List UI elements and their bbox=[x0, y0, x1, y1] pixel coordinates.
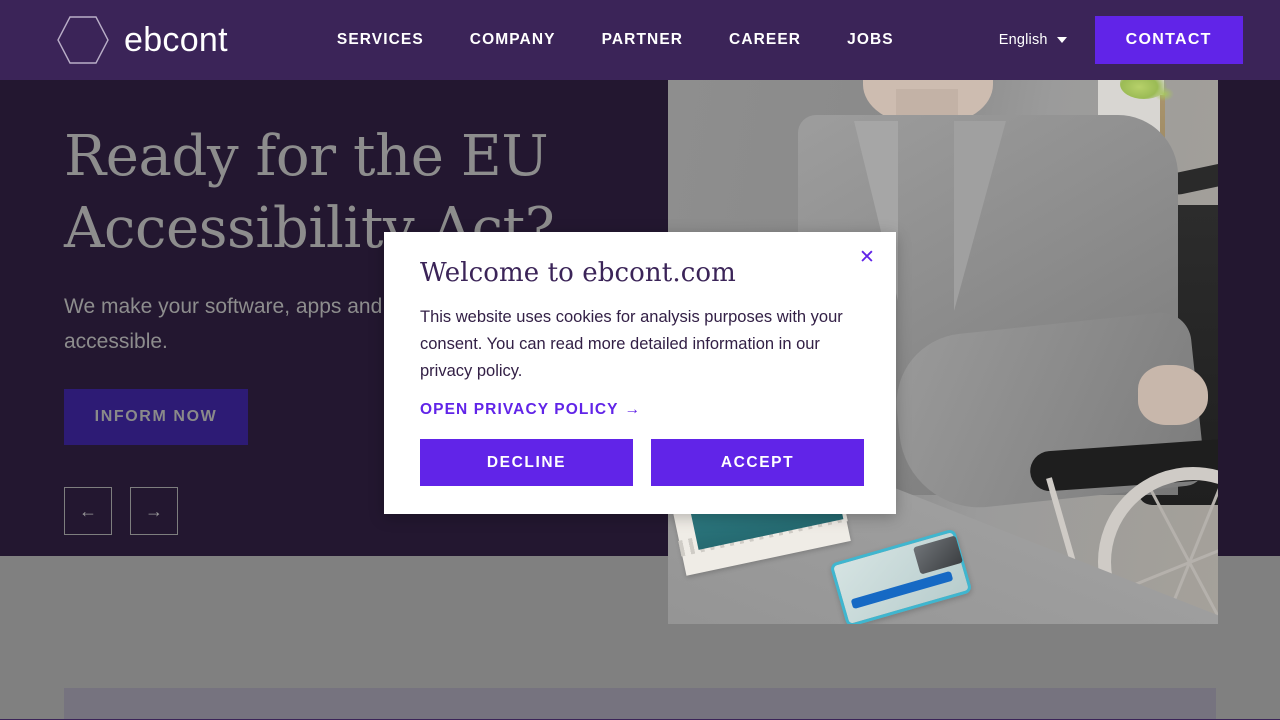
cookie-consent-dialog: ✕ Welcome to ebcont.com This website use… bbox=[384, 232, 896, 514]
chevron-down-icon bbox=[1056, 37, 1067, 43]
hero-title-line1: Ready for the EU bbox=[64, 124, 549, 189]
accept-button[interactable]: ACCEPT bbox=[651, 439, 864, 486]
nav-item-career[interactable]: CAREER bbox=[706, 31, 824, 49]
open-privacy-policy-link[interactable]: OPEN PRIVACY POLICY → bbox=[402, 401, 641, 419]
main-nav: SERVICES COMPANY PARTNER CAREER JOBS bbox=[314, 31, 917, 49]
arrow-right-icon: → bbox=[624, 401, 642, 418]
nav-item-partner[interactable]: PARTNER bbox=[579, 31, 706, 49]
decline-button[interactable]: DECLINE bbox=[420, 439, 633, 486]
cookie-dialog-actions: DECLINE ACCEPT bbox=[402, 439, 864, 486]
cookie-dialog-body: This website uses cookies for analysis p… bbox=[420, 308, 843, 380]
site-header: ebcont SERVICES COMPANY PARTNER CAREER J… bbox=[0, 0, 1280, 80]
privacy-policy-label: OPEN PRIVACY POLICY bbox=[420, 401, 619, 418]
language-selector[interactable]: English bbox=[999, 32, 1067, 48]
logo-wordmark: ebcont bbox=[124, 21, 228, 59]
nav-item-company[interactable]: COMPANY bbox=[447, 31, 579, 49]
carousel-next-arrow-icon[interactable]: → bbox=[130, 487, 178, 535]
logo[interactable]: ebcont bbox=[56, 13, 228, 67]
contact-button[interactable]: CONTACT bbox=[1094, 16, 1243, 64]
cookie-dialog-title: Welcome to ebcont.com bbox=[420, 258, 736, 288]
language-label: English bbox=[998, 32, 1048, 48]
page-root: ebcont SERVICES COMPANY PARTNER CAREER J… bbox=[0, 0, 1280, 720]
photo-blazer-lapel-right bbox=[954, 121, 1006, 311]
nav-item-services[interactable]: SERVICES bbox=[314, 31, 447, 49]
photo-person-hand bbox=[1138, 365, 1208, 425]
hexagon-icon bbox=[56, 13, 110, 67]
carousel-prev-arrow-icon[interactable]: ← bbox=[64, 487, 112, 535]
nav-item-jobs[interactable]: JOBS bbox=[824, 31, 917, 49]
inform-now-button[interactable]: INFORM NOW bbox=[64, 389, 248, 445]
photo-plant-leaf bbox=[1154, 87, 1174, 101]
content-placeholder-block bbox=[64, 688, 1216, 719]
close-icon[interactable]: ✕ bbox=[854, 244, 880, 270]
